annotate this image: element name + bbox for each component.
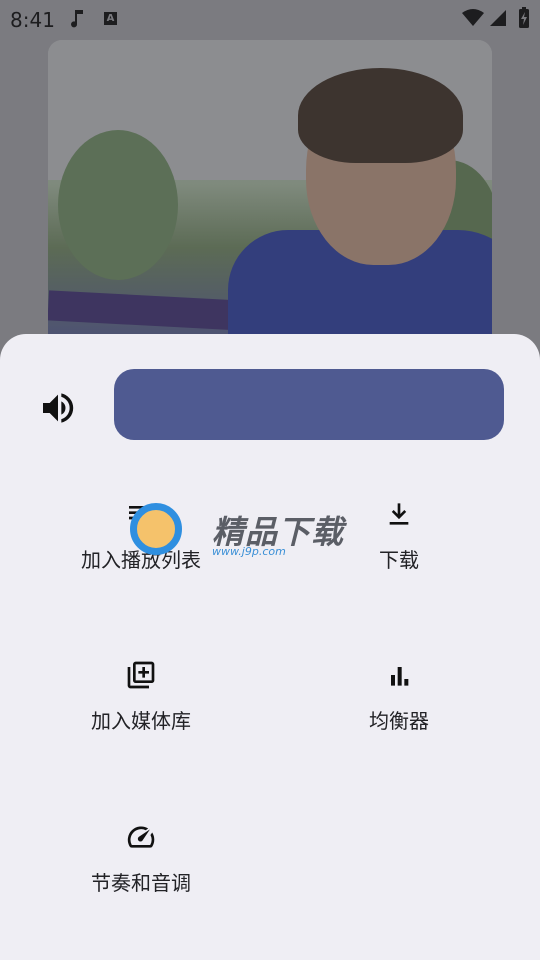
- status-time: 8:41: [10, 8, 55, 32]
- library-add-icon: [125, 659, 157, 691]
- add-to-library-label: 加入媒体库: [91, 709, 191, 733]
- watermark-circle-icon: [130, 503, 182, 555]
- bottom-sheet: 加入播放列表 下载 加入媒体库 均衡器 节奏和音调: [0, 334, 540, 960]
- download-icon: [383, 498, 415, 530]
- battery-icon: [518, 7, 530, 34]
- speed-icon: [125, 821, 157, 853]
- status-bar: 8:41 A: [0, 0, 540, 38]
- add-to-library-button[interactable]: 加入媒体库: [21, 659, 261, 759]
- equalizer-icon: [383, 659, 415, 691]
- wifi-icon: [462, 8, 484, 33]
- equalizer-label: 均衡器: [369, 709, 429, 733]
- album-art-person-hair: [298, 68, 463, 163]
- equalizer-button[interactable]: 均衡器: [279, 659, 519, 759]
- tempo-pitch-label: 节奏和音调: [91, 871, 191, 895]
- album-art-tree: [58, 130, 178, 280]
- album-art: [48, 40, 492, 360]
- watermark-url: www.j9p.com: [212, 545, 286, 558]
- watermark-logo: 精品下载 www.j9p.com: [130, 497, 370, 567]
- volume-icon[interactable]: [38, 388, 78, 428]
- tempo-pitch-button[interactable]: 节奏和音调: [21, 821, 261, 921]
- volume-slider[interactable]: [114, 369, 504, 440]
- music-note-icon: [66, 6, 90, 35]
- a-notification-icon: A: [104, 12, 117, 25]
- signal-icon: [488, 8, 508, 33]
